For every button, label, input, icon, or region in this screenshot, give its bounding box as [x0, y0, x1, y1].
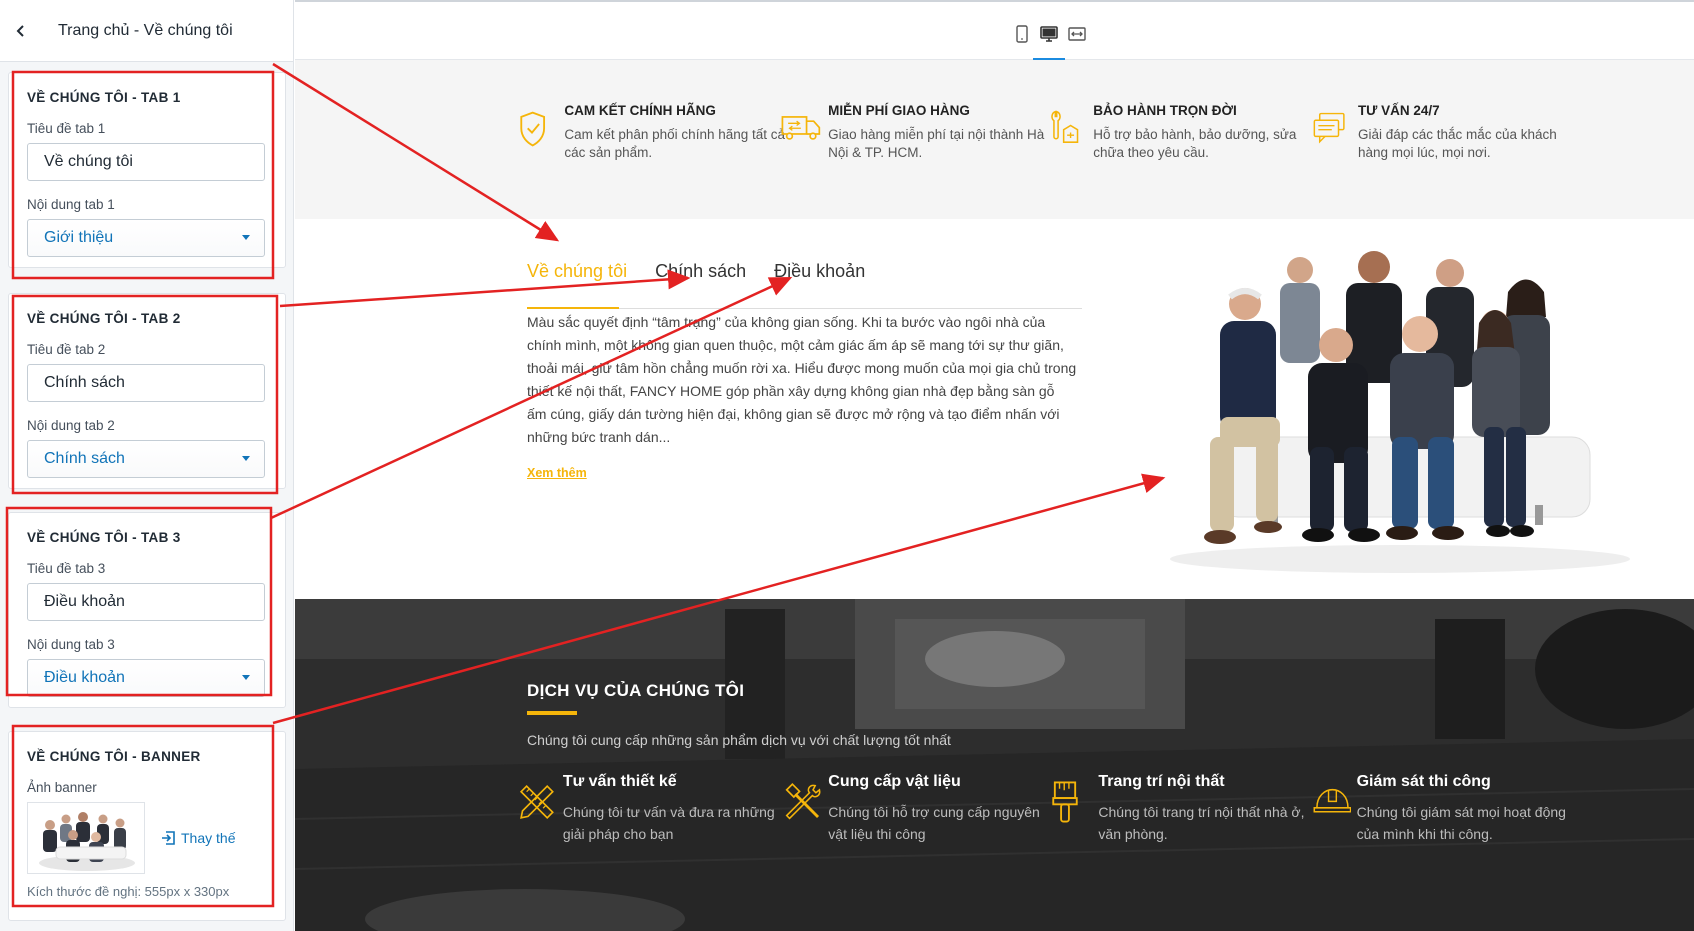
team-photo-thumbnail-icon — [28, 803, 144, 873]
feature-title: CAM KẾT CHÍNH HÃNG — [564, 103, 716, 118]
features-strip: CAM KẾT CHÍNH HÃNG Cam kết phân phối chín… — [295, 60, 1694, 219]
service-item: Cung cấp vật liệu Chúng tôi hỗ trợ cung c… — [781, 773, 1051, 845]
ruler-pencil-icon — [519, 785, 554, 819]
about-section: Về chúng tôi Chính sách Điều khoản Màu s… — [295, 219, 1694, 599]
section-banner: VỀ CHÚNG TÔI - BANNER Ảnh banner Thay th… — [8, 731, 286, 921]
feature-desc: Hỗ trợ bảo hành, bảo dưỡng, sửa chữa the… — [1093, 127, 1297, 160]
services-title: DỊCH VỤ CỦA CHÚNG TÔI — [527, 681, 745, 700]
about-tabs: Về chúng tôi Chính sách Điều khoản — [527, 255, 1082, 309]
section-heading: VỀ CHÚNG TÔI - TAB 3 — [27, 530, 181, 545]
preview-toolbar — [295, 0, 1694, 61]
sidebar-title: Trang chủ - Về chúng tôi — [58, 21, 233, 39]
caret-down-icon — [242, 456, 250, 461]
services-section: DỊCH VỤ CỦA CHÚNG TÔI Chúng tôi cung cấp… — [295, 599, 1694, 931]
section-tab-2: VỀ CHÚNG TÔI - TAB 2 Tiêu đề tab 2 Chính… — [8, 293, 286, 489]
tab-content-label: Nội dung tab 2 — [27, 418, 115, 433]
team-banner-image — [1170, 251, 1630, 573]
feature-desc: Giao hàng miễn phí tại nội thành Hà Nội … — [828, 127, 1045, 160]
theme-editor-sidebar: Trang chủ - Về chúng tôi VỀ CHÚNG TÔI - … — [0, 0, 294, 931]
wrench-icon — [1051, 110, 1079, 143]
storefront-preview: CAM KẾT CHÍNH HÃNG Cam kết phân phối chín… — [295, 0, 1694, 931]
services-title-underline — [527, 711, 577, 715]
banner-thumbnail[interactable] — [27, 802, 145, 874]
truck-icon — [781, 116, 821, 140]
service-desc: Chúng tôi hỗ trợ cung cấp nguyên vật liệ… — [828, 804, 1040, 842]
select-value: Chính sách — [44, 450, 125, 467]
caret-down-icon — [242, 675, 250, 680]
service-title: Tư vấn thiết kế — [562, 773, 677, 790]
tab-2-title-input[interactable]: Chính sách — [27, 364, 265, 402]
tab-2-content-select[interactable]: Chính sách — [27, 440, 265, 478]
tab-title-label: Tiêu đề tab 2 — [27, 342, 106, 357]
service-item: Trang trí nội thất Chúng tôi trang trí nộ… — [1047, 773, 1317, 845]
tab-about-us[interactable]: Về chúng tôi — [527, 255, 627, 309]
section-tab-3: VỀ CHÚNG TÔI - TAB 3 Tiêu đề tab 3 Điều … — [8, 512, 286, 708]
tab-content-label: Nội dung tab 1 — [27, 197, 115, 212]
services-subtitle: Chúng tôi cung cấp những sản phẩm dịch v… — [527, 732, 951, 748]
replace-icon — [162, 831, 175, 845]
about-paragraph: Màu sắc quyết định “tâm trạng” của không… — [527, 314, 1077, 445]
caret-down-icon — [242, 235, 250, 240]
feature-title: TƯ VẤN 24/7 — [1357, 103, 1440, 118]
sidebar-header: Trang chủ - Về chúng tôi — [0, 0, 293, 62]
replace-label: Thay thế — [181, 830, 236, 846]
feature-item: MIỄN PHÍ GIAO HÀNG Giao hàng miễn phí tại… — [781, 100, 1051, 162]
banner-label: Ảnh banner — [27, 780, 97, 795]
section-heading: VỀ CHÚNG TÔI - TAB 1 — [27, 90, 181, 105]
paint-brush-icon — [1052, 781, 1078, 823]
replace-banner-button[interactable]: Thay thế — [161, 830, 235, 846]
chevron-left-icon — [16, 24, 24, 37]
service-title: Trang trí nội thất — [1098, 773, 1225, 790]
tab-policy[interactable]: Chính sách — [655, 255, 746, 308]
select-value: Giới thiệu — [44, 229, 114, 246]
feature-title: BẢO HÀNH TRỌN ĐỜI — [1093, 103, 1237, 118]
feature-item: CAM KẾT CHÍNH HÃNG Cam kết phân phối chín… — [517, 100, 787, 162]
tab-3-title-input[interactable]: Điều khoản — [27, 583, 265, 621]
service-desc: Chúng tôi trang trí nội thất nhà ở, văn … — [1098, 804, 1305, 842]
shield-check-icon — [520, 111, 546, 147]
tab-title-label: Tiêu đề tab 1 — [27, 121, 106, 136]
read-more-link[interactable]: Xem thêm — [527, 466, 587, 480]
feature-item: TƯ VẤN 24/7 Giải đáp các thắc mắc của khá… — [1313, 100, 1583, 162]
banner-size-hint: Kích thước đề nghị: 555px x 330px — [27, 884, 230, 899]
chat-icon — [1313, 112, 1345, 144]
helmet-icon — [1313, 788, 1351, 813]
select-value: Điều khoản — [44, 669, 125, 686]
service-item: Tư vấn thiết kế Chúng tôi tư vấn và đưa r… — [517, 773, 787, 845]
service-title: Giám sát thi công — [1356, 773, 1491, 790]
section-tab-1: VỀ CHÚNG TÔI - TAB 1 Tiêu đề tab 1 Về ch… — [8, 72, 286, 268]
feature-title: MIỄN PHÍ GIAO HÀNG — [828, 103, 970, 118]
tab-content-label: Nội dung tab 3 — [27, 637, 115, 652]
desktop-icon — [1040, 26, 1058, 42]
service-title: Cung cấp vật liệu — [828, 773, 961, 790]
section-heading: VỀ CHÚNG TÔI - BANNER — [27, 749, 201, 764]
service-desc: Chúng tôi tư vấn và đưa ra những giải ph… — [562, 804, 775, 842]
tab-3-content-select[interactable]: Điều khoản — [27, 659, 265, 697]
service-desc: Chúng tôi giám sát mọi hoạt động của mìn… — [1356, 804, 1566, 842]
back-button[interactable] — [4, 14, 38, 48]
interior-background-image — [295, 599, 1694, 931]
tab-title-label: Tiêu đề tab 3 — [27, 561, 106, 576]
tab-1-title-input[interactable]: Về chúng tôi — [27, 143, 265, 181]
feature-desc: Cam kết phân phối chính hãng tất cả các … — [564, 127, 786, 160]
section-heading: VỀ CHÚNG TÔI - TAB 2 — [27, 311, 181, 326]
hammer-wrench-icon — [785, 782, 821, 820]
fullwidth-view-button[interactable] — [1065, 22, 1089, 46]
banner-row: Thay thế — [27, 802, 267, 874]
mobile-view-button[interactable] — [1010, 22, 1034, 46]
feature-item: BẢO HÀNH TRỌN ĐỜI Hỗ trợ bảo hành, bảo dư… — [1047, 100, 1317, 162]
desktop-view-button[interactable] — [1037, 22, 1061, 46]
feature-desc: Giải đáp các thắc mắc của khách hàng mọi… — [1357, 127, 1557, 160]
expand-horizontal-icon — [1068, 27, 1086, 41]
mobile-icon — [1016, 25, 1028, 43]
tab-terms[interactable]: Điều khoản — [774, 255, 865, 308]
service-item: Giám sát thi công Chúng tôi giám sát mọi … — [1313, 773, 1583, 845]
tab-1-content-select[interactable]: Giới thiệu — [27, 219, 265, 257]
